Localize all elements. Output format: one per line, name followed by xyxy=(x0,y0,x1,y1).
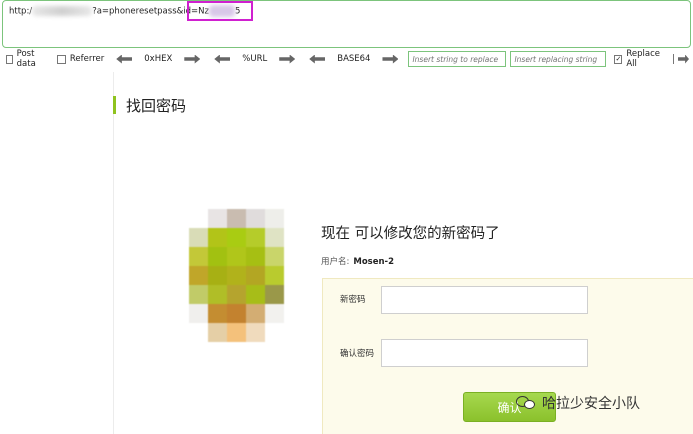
watermark: 哈拉少安全小队 xyxy=(516,393,640,413)
username-row: 用户名: Mosen-2 xyxy=(321,255,394,267)
reset-headline: 现在 可以修改您的新密码了 xyxy=(321,226,500,242)
section-heading: 找回密码 xyxy=(113,95,186,115)
replace-all-label: Replace All xyxy=(626,49,660,69)
url-encode-arrow-icon[interactable] xyxy=(279,54,296,64)
base64-label: BASE64 xyxy=(337,54,371,64)
post-data-label: Post data xyxy=(16,49,36,69)
referrer-label: Referrer xyxy=(69,54,105,64)
hex-control: 0xHEX xyxy=(112,54,204,64)
confirm-password-label: 确认密码 xyxy=(340,349,375,359)
referrer-checkbox[interactable] xyxy=(56,54,66,64)
hackbar-toolbar: Post data Referrer 0xHEX %URL BASE64 ✓ R… xyxy=(0,49,693,69)
url-decode-arrow-icon[interactable] xyxy=(214,54,231,64)
left-blank-panel xyxy=(0,72,114,434)
left-divider xyxy=(113,72,114,434)
post-data-checkbox[interactable] xyxy=(6,54,13,64)
replace-all-toggle[interactable]: ✓ Replace All xyxy=(614,49,661,69)
section-title: 找回密码 xyxy=(126,96,187,115)
watermark-text: 哈拉少安全小队 xyxy=(542,396,640,412)
hex-decode-arrow-icon[interactable] xyxy=(116,54,133,64)
post-data-toggle[interactable]: Post data xyxy=(6,49,43,69)
username-label: 用户名: xyxy=(321,257,350,267)
username-value: Mosen-2 xyxy=(353,257,394,267)
hex-encode-arrow-icon[interactable] xyxy=(184,54,201,64)
url-redacted-host xyxy=(32,6,93,16)
base64-decode-arrow-icon[interactable] xyxy=(309,54,326,64)
url-encode-label: %URL xyxy=(242,54,268,64)
avatar xyxy=(189,209,285,342)
new-password-label: 新密码 xyxy=(340,295,366,305)
confirm-password-field[interactable] xyxy=(381,339,588,367)
url-bar[interactable]: http:/?a=phoneresetpass&id=Nz 5 xyxy=(2,0,691,48)
section-accent-bar xyxy=(113,96,116,114)
url-prefix: http:/ xyxy=(9,6,33,17)
url-encode-control: %URL xyxy=(210,54,299,64)
base64-encode-arrow-icon[interactable] xyxy=(382,54,399,64)
hex-label: 0xHEX xyxy=(144,54,173,64)
id-highlight-box xyxy=(187,1,253,21)
replace-run-arrow-icon[interactable] xyxy=(677,54,690,64)
wechat-icon xyxy=(516,394,536,412)
replace-with-input[interactable] xyxy=(510,51,607,67)
base64-control: BASE64 xyxy=(305,54,402,64)
replace-find-input[interactable] xyxy=(408,51,507,67)
referrer-toggle[interactable]: Referrer xyxy=(56,54,105,64)
replace-all-checkbox[interactable]: ✓ xyxy=(614,54,623,64)
new-password-field[interactable] xyxy=(381,286,588,314)
toolbar-divider xyxy=(673,54,674,64)
